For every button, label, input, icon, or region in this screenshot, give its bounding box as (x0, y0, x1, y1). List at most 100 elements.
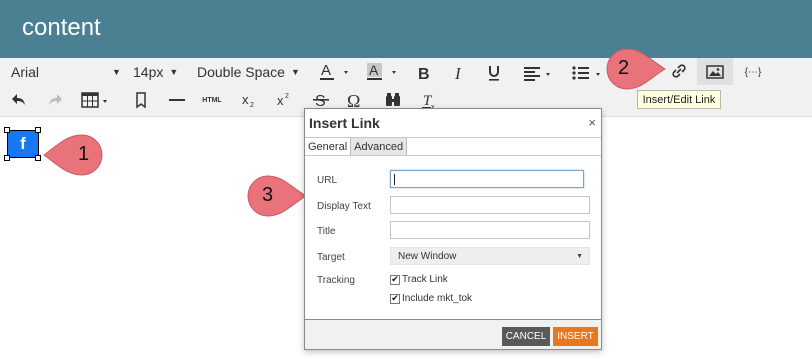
svg-text:A: A (321, 62, 331, 79)
close-icon[interactable]: × (588, 115, 596, 130)
url-label: URL (317, 175, 338, 186)
font-size-select[interactable]: 14px ▼ (133, 64, 178, 80)
special-char-icon: Ω (347, 91, 360, 110)
html-button[interactable]: HTML (199, 88, 225, 112)
subscript-button[interactable]: x 2 (236, 88, 262, 112)
italic-button[interactable]: I (446, 61, 472, 85)
bold-icon: B (418, 66, 430, 83)
display-text-input[interactable] (390, 196, 590, 214)
svg-text:2: 2 (285, 93, 289, 100)
subscript-icon: x 2 (242, 92, 254, 109)
editor-window: content Arial ▼ 14px ▼ Double Space ▼ A (0, 0, 812, 359)
chevron-down-icon: ▼ (112, 67, 121, 77)
merge-tag-icon: {⋯} (744, 66, 762, 78)
image-icon (706, 64, 724, 79)
bookmark-icon (136, 92, 146, 109)
track-link-checkbox[interactable]: ✔ (390, 274, 400, 285)
text-cursor (394, 174, 395, 185)
font-color-button[interactable]: A (314, 60, 354, 84)
display-text-label: Display Text (317, 201, 371, 212)
horizontal-line-icon (169, 99, 185, 101)
include-mkt-tok-checkbox[interactable]: ✔ (390, 293, 400, 304)
bold-button[interactable]: B (410, 61, 436, 85)
track-link-label: Track Link (402, 274, 448, 285)
svg-text:x: x (242, 92, 249, 107)
clear-format-icon: T x (422, 93, 435, 110)
strikethrough-icon: S (313, 93, 329, 110)
chevron-down-icon: ▼ (576, 253, 583, 260)
horizontal-line-button[interactable] (164, 88, 190, 112)
facebook-logo-icon: f (20, 134, 26, 153)
link-tooltip: Insert/Edit Link (637, 90, 721, 109)
align-button[interactable] (520, 61, 556, 85)
include-mkt-tok-label: Include mkt_tok (402, 293, 473, 304)
resize-handle[interactable] (35, 127, 41, 133)
header-bar: content (0, 0, 812, 58)
callout-marker-3 (247, 175, 307, 217)
target-label: Target (317, 252, 345, 263)
table-button[interactable] (80, 88, 114, 112)
undo-icon (12, 94, 25, 105)
superscript-button[interactable]: x 2 (271, 88, 297, 112)
resize-handle[interactable] (4, 127, 10, 133)
bookmark-button[interactable] (128, 88, 154, 112)
insert-image-button[interactable] (697, 58, 733, 85)
callout-marker-2 (606, 48, 666, 90)
line-spacing-value: Double Space (197, 64, 285, 80)
redo-icon (49, 94, 62, 105)
chevron-down-icon: ▼ (169, 67, 179, 77)
cancel-button[interactable]: CANCEL (502, 327, 550, 346)
callout-number: 2 (618, 57, 630, 79)
redo-button[interactable] (42, 88, 68, 112)
merge-tag-button[interactable]: {⋯} (740, 60, 766, 84)
highlight-color-icon: A (367, 62, 396, 80)
underline-icon (489, 66, 499, 81)
svg-text:2: 2 (250, 102, 254, 109)
insert-link-dialog: Insert Link × General Advanced URL Displ… (304, 108, 602, 350)
svg-text:x: x (277, 93, 284, 108)
target-select[interactable]: New Window ▼ (390, 247, 590, 265)
tab-advanced[interactable]: Advanced (351, 138, 408, 156)
highlight-color-button[interactable]: A (362, 60, 402, 84)
track-link-option[interactable]: ✔ Track Link (390, 274, 448, 285)
callout-number: 1 (78, 143, 90, 165)
svg-text:B: B (418, 66, 430, 83)
font-color-icon: A (320, 62, 348, 80)
font-size-value: 14px (133, 64, 164, 80)
html-icon: HTML (202, 96, 222, 104)
font-family-select[interactable]: Arial ▼ (11, 64, 121, 80)
target-value: New Window (398, 250, 457, 262)
callout-marker-1 (43, 134, 103, 176)
page-title: content (22, 14, 101, 41)
insert-link-button[interactable] (666, 59, 692, 83)
list-icon (572, 66, 600, 80)
link-icon (672, 64, 686, 78)
include-mkt-tok-option[interactable]: ✔ Include mkt_tok (390, 293, 472, 304)
font-family-value: Arial (11, 64, 40, 80)
url-input[interactable] (390, 170, 584, 188)
line-spacing-select[interactable]: Double Space ▼ (197, 64, 300, 80)
tab-general[interactable]: General (305, 138, 352, 156)
find-icon (386, 93, 400, 106)
superscript-icon: x 2 (277, 93, 289, 108)
title-label: Title (317, 226, 336, 237)
list-button[interactable] (568, 61, 604, 85)
chevron-down-icon: ▼ (290, 67, 300, 77)
svg-text:A: A (369, 62, 379, 78)
underline-button[interactable] (481, 61, 507, 85)
title-input[interactable] (390, 221, 590, 239)
align-icon (524, 67, 550, 81)
callout-number: 3 (262, 184, 274, 206)
italic-icon: I (454, 64, 462, 83)
divider (305, 155, 601, 156)
resize-handle[interactable] (4, 155, 10, 161)
insert-button[interactable]: INSERT (553, 327, 598, 346)
table-icon (81, 92, 107, 108)
undo-button[interactable] (6, 88, 32, 112)
facebook-image[interactable]: f (7, 130, 39, 158)
tracking-label: Tracking (317, 275, 355, 286)
dialog-title: Insert Link (309, 115, 380, 131)
svg-text:I: I (454, 64, 462, 83)
dialog-footer: CANCEL INSERT (305, 320, 601, 349)
resize-handle[interactable] (35, 155, 41, 161)
